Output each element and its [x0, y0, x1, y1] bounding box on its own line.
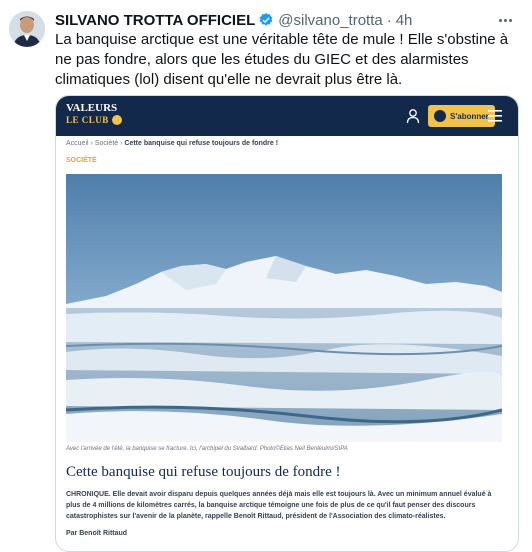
user-account-icon[interactable] [406, 108, 420, 124]
author-name[interactable]: SILVANO TROTTA OFFICIEL [55, 12, 255, 29]
site-navbar: VALEURS LE CLUB S'abonner [56, 96, 518, 136]
section-tag[interactable]: SOCIÉTÉ [66, 157, 97, 164]
site-logo[interactable]: VALEURS LE CLUB [66, 102, 122, 126]
author-handle[interactable]: @silvano_trotta [278, 12, 382, 29]
arctic-sea-ice-photo [66, 174, 502, 442]
link-preview-card[interactable]: VALEURS LE CLUB S'abonner Accueil › Soci… [55, 95, 519, 552]
hamburger-menu-icon[interactable] [488, 110, 502, 122]
tweet-timestamp[interactable]: 4h [396, 12, 413, 29]
logo-line2: LE CLUB [66, 115, 109, 125]
header-separator: · [386, 11, 392, 29]
verified-badge-icon [259, 13, 273, 26]
article-title[interactable]: Cette banquise qui refuse toujours de fo… [66, 464, 341, 481]
author-avatar[interactable] [9, 11, 45, 47]
more-options-icon[interactable] [494, 11, 516, 29]
article-lead: CHRONIQUE. Elle devait avoir disparu dep… [66, 491, 492, 520]
breadcrumb: Accueil › Société › Cette banquise qui r… [66, 140, 278, 147]
subscribe-button[interactable]: S'abonner [428, 105, 495, 127]
club-emblem-icon [111, 115, 122, 125]
article-byline: Par Benoît Rittaud [66, 530, 128, 537]
logo-line1: VALEURS [66, 102, 118, 114]
subscribe-label: S'abonner [450, 111, 489, 121]
photo-caption: Avec l'arrivée de l'été, la banquise se … [66, 446, 348, 452]
breadcrumb-section[interactable]: Société [95, 140, 118, 147]
tweet-header: SILVANO TROTTA OFFICIEL @silvano_trotta … [55, 11, 412, 29]
tweet-text: La banquise arctique est une véritable t… [55, 31, 509, 88]
breadcrumb-home[interactable]: Accueil [66, 140, 89, 147]
subscribe-emblem-icon [434, 110, 446, 122]
breadcrumb-current: Cette banquise qui refuse toujours de fo… [124, 140, 279, 147]
